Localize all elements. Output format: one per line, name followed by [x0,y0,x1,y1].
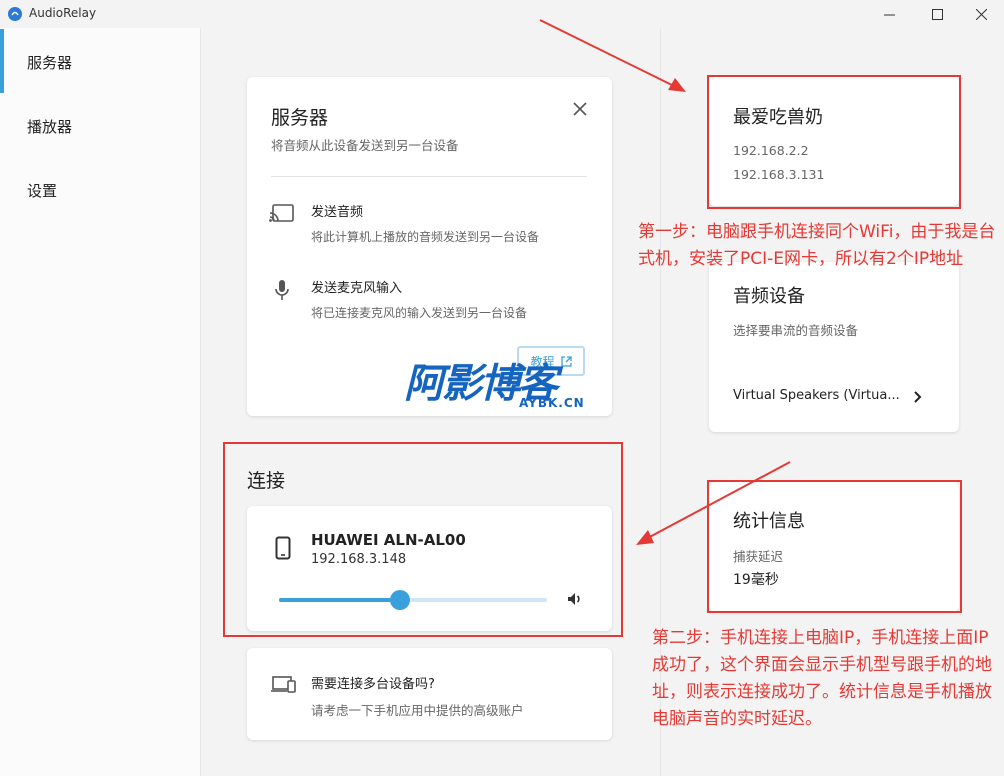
device-ip: 192.168.3.148 [311,552,407,567]
computer-ip: 192.168.2.2 [733,143,809,158]
sidebar-item-label: 播放器 [27,118,73,136]
window-title: AudioRelay [29,6,97,20]
active-indicator [0,29,4,93]
volume-slider-fill [279,598,400,602]
microphone-icon [269,277,295,303]
stats-card: 统计信息 捕获延迟 19毫秒 [709,482,959,612]
device-name: HUAWEI ALN-AL00 [311,531,466,549]
multi-device-title: 需要连接多台设备吗? [311,677,435,692]
app-logo-icon [8,7,22,21]
close-window-button[interactable] [958,2,1004,26]
multi-device-desc: 请考虑一下手机应用中提供的高级账户 [311,703,524,718]
card-title: 服务器 [271,107,329,129]
divider [271,176,587,177]
audio-device-selector[interactable]: Virtual Speakers (Virtua... [709,380,959,414]
computer-info-card: 最爱吃兽奶 192.168.2.2 192.168.3.131 [709,76,959,206]
computer-name: 最爱吃兽奶 [733,107,823,128]
sidebar-item-label: 设置 [27,182,58,200]
send-audio-title[interactable]: 发送音频 [311,201,363,220]
minimize-button[interactable] [866,2,912,26]
annotation-step2: 第二步：手机连接上电脑IP，手机连接上面IP成功了，这个界面会显示手机型号跟手机… [652,628,992,729]
external-link-icon [560,355,572,367]
audio-device-title: 音频设备 [733,286,805,307]
send-mic-desc: 将已连接麦克风的输入发送到另一台设备 [311,306,528,320]
selected-audio-device: Virtual Speakers (Virtua... [733,388,900,403]
close-icon[interactable] [572,101,588,117]
title-bar: AudioRelay [0,0,1004,28]
send-mic-title[interactable]: 发送麦克风输入 [311,277,402,296]
connection-heading: 连接 [247,470,286,492]
latency-value: 19毫秒 [733,572,779,588]
tutorial-button[interactable]: 教程 [517,346,585,376]
phone-icon [275,536,291,560]
stats-title: 统计信息 [733,511,805,532]
audio-device-card: 音频设备 选择要串流的音频设备 Virtual Speakers (Virtua… [709,262,959,432]
audio-device-subtitle: 选择要串流的音频设备 [733,323,859,338]
volume-slider[interactable] [279,590,547,610]
cast-icon [269,201,295,227]
minimize-icon [883,14,895,15]
chevron-right-icon [914,391,922,403]
card-subtitle: 将音频从此设备发送到另一台设备 [271,138,459,153]
annotation-step1: 第一步：电脑跟手机连接同个WiFi，由于我是台式机，安装了PCI-E网卡，所以有… [638,222,996,269]
multi-device-card[interactable]: 需要连接多台设备吗? 请考虑一下手机应用中提供的高级账户 [247,648,612,740]
maximize-icon [931,8,943,20]
sidebar-item-settings[interactable]: 设置 [0,157,200,221]
sidebar-item-label: 服务器 [27,54,73,72]
send-audio-desc: 将此计算机上播放的音频发送到另一台设备 [311,230,540,244]
devices-icon [271,676,296,693]
computer-ip: 192.168.3.131 [733,167,825,182]
latency-label: 捕获延迟 [733,549,784,564]
volume-icon[interactable] [566,590,584,608]
tutorial-label: 教程 [530,354,555,369]
sidebar-item-player[interactable]: 播放器 [0,93,200,157]
maximize-button[interactable] [914,2,960,26]
volume-slider-thumb[interactable] [389,590,410,610]
sidebar: 服务器 播放器 设置 [0,28,200,776]
sidebar-item-server[interactable]: 服务器 [0,29,200,93]
close-icon [975,8,987,20]
server-card: 服务器 将音频从此设备发送到另一台设备 发送音频 将此计算机上播放的音频发送到另… [247,77,612,416]
device-card: HUAWEI ALN-AL00 192.168.3.148 [247,506,612,631]
